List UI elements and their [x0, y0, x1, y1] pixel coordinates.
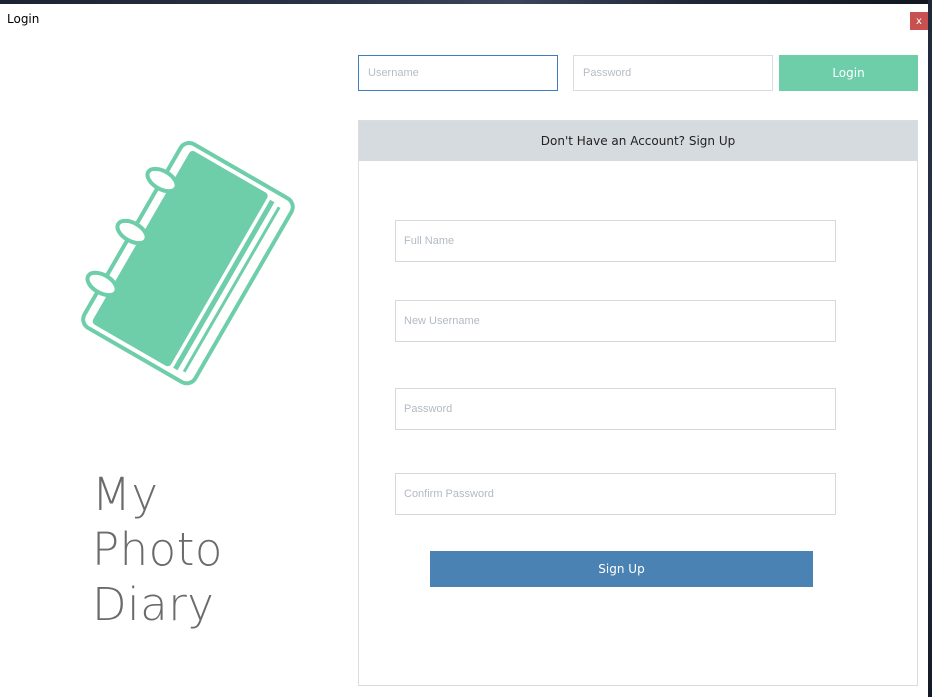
new-password-field[interactable] — [395, 388, 836, 430]
password-input[interactable] — [573, 55, 773, 91]
app-brand-title: My Photo Diary — [92, 467, 223, 632]
new-username-field[interactable] — [395, 300, 836, 342]
login-button[interactable]: Login — [779, 55, 918, 91]
brand-line-my: My — [92, 468, 159, 521]
signup-panel: Don't Have an Account? Sign Up Sign Up — [358, 120, 918, 686]
brand-line-photo: Photo — [92, 523, 223, 576]
login-window: Login x My Photo Diary Login Don't Have … — [0, 4, 928, 697]
full-name-field[interactable] — [395, 220, 836, 262]
brand-line-diary: Diary — [92, 578, 215, 631]
signup-header[interactable]: Don't Have an Account? Sign Up — [359, 121, 917, 161]
close-button[interactable]: x — [910, 12, 928, 30]
signup-header-label: Don't Have an Account? Sign Up — [540, 134, 736, 148]
window-title: Login — [7, 12, 40, 26]
username-input[interactable] — [358, 55, 558, 91]
confirm-password-field[interactable] — [395, 473, 836, 515]
background-strip-right — [928, 0, 932, 697]
notebook-icon — [81, 140, 295, 386]
signup-button[interactable]: Sign Up — [430, 551, 813, 587]
